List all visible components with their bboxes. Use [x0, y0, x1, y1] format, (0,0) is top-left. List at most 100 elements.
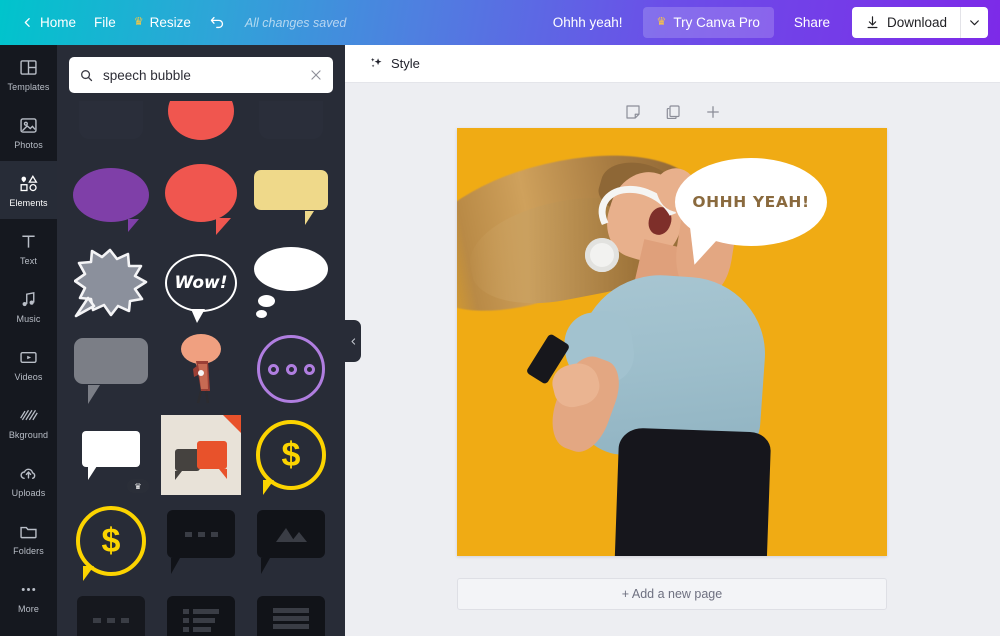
folder-icon	[20, 526, 37, 538]
sidebar-item-uploads[interactable]: Uploads	[0, 451, 57, 509]
add-new-page-button[interactable]: + Add a new page	[457, 578, 887, 610]
home-button[interactable]: Home	[12, 9, 85, 36]
download-options-button[interactable]	[960, 7, 988, 38]
close-x-icon[interactable]	[309, 68, 323, 82]
save-status-label: All changes saved	[244, 15, 347, 30]
list-item[interactable]	[161, 101, 241, 151]
page-tools	[345, 103, 1000, 121]
ellipsis-icon	[21, 587, 36, 591]
chevron-down-icon	[970, 20, 979, 26]
top-toolbar: Home File ♛ Resize All changes saved Ohh…	[0, 0, 1000, 45]
sidebar-item-videos[interactable]: Videos	[0, 335, 57, 393]
list-item[interactable]	[161, 329, 241, 409]
list-item[interactable]	[251, 501, 331, 581]
list-item[interactable]: Wow!	[161, 243, 241, 323]
sidebar-item-elements[interactable]: Elements	[0, 161, 57, 219]
list-item[interactable]	[251, 157, 331, 237]
list-item[interactable]: $	[71, 501, 151, 581]
sidebar-item-label: Videos	[14, 371, 43, 382]
sidebar-item-photos[interactable]: Photos	[0, 103, 57, 161]
style-button[interactable]: Style	[361, 51, 428, 76]
hatch-pattern-icon	[20, 409, 38, 420]
sidebar-item-label: More	[18, 603, 39, 614]
list-item[interactable]	[251, 101, 331, 151]
chevron-left-icon	[351, 337, 355, 345]
search-input[interactable]	[103, 67, 300, 83]
sidebar-item-music[interactable]: Music	[0, 277, 57, 335]
sidebar-item-templates[interactable]: Templates	[0, 45, 57, 103]
sidebar-item-text[interactable]: Text	[0, 219, 57, 277]
search-box[interactable]	[69, 57, 333, 93]
bacon-character-illustration	[181, 334, 221, 404]
speech-bubble-text: OHHH YEAH!	[692, 193, 810, 211]
undo-button[interactable]	[200, 8, 235, 37]
sidebar-item-bkground[interactable]: Bkground	[0, 393, 57, 451]
collapse-panel-button[interactable]	[345, 320, 361, 362]
share-button[interactable]: Share	[780, 7, 844, 38]
sidebar-item-label: Elements	[9, 197, 48, 208]
file-label: File	[94, 15, 116, 30]
crown-icon: ♛	[134, 481, 142, 491]
lines-icon	[273, 608, 309, 629]
notes-icon[interactable]	[624, 103, 642, 121]
canva-editor-window: Home File ♛ Resize All changes saved Ohh…	[0, 0, 1000, 636]
file-menu-button[interactable]: File	[85, 9, 125, 36]
try-canva-pro-button[interactable]: ♛ Try Canva Pro	[642, 7, 774, 38]
crown-icon: ♛	[133, 16, 144, 28]
home-label: Home	[40, 15, 77, 30]
elements-panel: Wow!	[57, 45, 345, 636]
duplicate-page-icon[interactable]	[664, 103, 682, 121]
add-page-icon[interactable]	[704, 103, 722, 121]
list-item[interactable]	[161, 157, 241, 237]
list-item[interactable]	[251, 587, 331, 636]
list-item[interactable]: $	[251, 415, 331, 495]
list-item[interactable]	[71, 157, 151, 237]
download-button[interactable]: Download	[852, 7, 960, 38]
elements-results-grid: Wow! ♛ $ $	[57, 101, 345, 636]
elements-results-scroll[interactable]: Wow! ♛ $ $	[57, 101, 345, 636]
list-item[interactable]: ♛	[71, 415, 151, 495]
list-item[interactable]	[71, 587, 151, 636]
chevron-left-icon	[24, 18, 30, 27]
left-sidebar-rail: Templates Photos Elements Text Music Vid…	[0, 45, 57, 636]
resize-label: Resize	[149, 15, 191, 30]
text-t-icon	[22, 235, 35, 248]
download-arrow-icon	[867, 16, 878, 29]
speech-bubble[interactable]: OHHH YEAH!	[675, 158, 827, 246]
image-icon	[276, 528, 307, 542]
style-toolbar: Style	[345, 45, 1000, 83]
list-item[interactable]	[71, 329, 151, 409]
document-title[interactable]: Ohhh yeah!	[543, 9, 633, 36]
wow-label: Wow!	[174, 273, 228, 293]
sidebar-item-more[interactable]: More	[0, 567, 57, 625]
video-play-icon	[20, 351, 37, 363]
try-pro-label: Try Canva Pro	[673, 15, 760, 30]
list-item[interactable]	[71, 101, 151, 151]
sidebar-item-label: Templates	[7, 81, 50, 92]
list-item[interactable]	[71, 243, 151, 323]
starburst-bubble-shape	[74, 248, 148, 318]
sidebar-item-label: Music	[16, 313, 41, 324]
sidebar-item-label: Uploads	[11, 487, 46, 498]
design-page[interactable]: OHHH YEAH!	[457, 128, 887, 556]
black-pants	[614, 427, 772, 556]
sidebar-item-label: Text	[20, 255, 37, 266]
canvas-area[interactable]: OHHH YEAH! + Add a new page	[345, 83, 1000, 636]
search-bar-container	[57, 45, 345, 101]
download-group: Download	[851, 7, 988, 38]
crown-icon: ♛	[656, 16, 667, 28]
list-item[interactable]	[161, 501, 241, 581]
sidebar-item-folders[interactable]: Folders	[0, 509, 57, 567]
share-label: Share	[793, 15, 830, 30]
list-icon	[183, 609, 219, 632]
add-page-label: + Add a new page	[621, 587, 723, 601]
pro-badge: ♛	[127, 479, 149, 493]
headphone-cup	[585, 238, 619, 272]
list-item[interactable]	[161, 415, 241, 495]
resize-button[interactable]: ♛ Resize	[125, 9, 200, 36]
list-item[interactable]	[251, 243, 331, 323]
list-item[interactable]	[251, 329, 331, 409]
sparkle-icon	[370, 57, 382, 68]
list-item[interactable]	[161, 587, 241, 636]
music-note-icon	[22, 291, 35, 306]
